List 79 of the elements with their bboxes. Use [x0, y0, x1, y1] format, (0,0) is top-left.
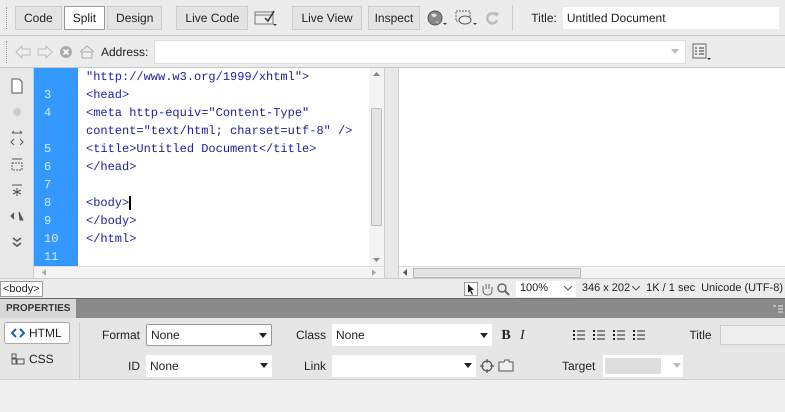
dropdown-arrow-icon	[464, 363, 472, 368]
link-label: Link	[302, 358, 326, 375]
browser-preview-icon[interactable]	[454, 8, 478, 26]
globe-icon[interactable]	[426, 8, 448, 26]
panel-menu-icon[interactable]	[773, 304, 783, 312]
encoding-label: Unicode (UTF-8)	[701, 281, 783, 296]
scroll-right-icon	[372, 269, 376, 276]
css-grid-icon	[11, 353, 25, 365]
vertical-scrollbar[interactable]	[369, 68, 384, 266]
line-number: 5	[44, 142, 52, 156]
bold-button[interactable]: B	[498, 324, 514, 346]
dropdown-arrow-icon	[671, 48, 680, 54]
link-field[interactable]	[332, 354, 476, 377]
zoom-dropdown[interactable]: 100%	[516, 280, 576, 296]
format-label: Format	[100, 327, 140, 344]
id-label: ID	[127, 358, 140, 375]
title-label: Title:	[531, 10, 557, 26]
line-number: 11	[44, 250, 58, 264]
folder-icon[interactable]	[498, 359, 514, 372]
collapse-selection-icon[interactable]	[8, 156, 24, 172]
tag-selector[interactable]: <body>	[0, 280, 43, 296]
code-line: <body>	[86, 195, 130, 212]
title-field[interactable]: Untitled Document	[562, 6, 779, 28]
line-number: 9	[44, 214, 52, 228]
horizontal-scrollbar[interactable]	[399, 266, 785, 278]
scroll-left-icon	[42, 269, 46, 276]
line-number: 6	[44, 160, 52, 174]
check-window-icon[interactable]	[254, 8, 278, 26]
download-time: 1K / 1 sec	[646, 281, 696, 296]
line-number: 8	[44, 196, 52, 210]
zoom-value: 100%	[520, 281, 548, 296]
line-number: 10	[44, 232, 58, 246]
address-field[interactable]	[154, 40, 686, 64]
dropdown-arrow-icon	[673, 363, 682, 368]
code-brackets-icon	[11, 327, 25, 339]
unordered-list-icon[interactable]	[572, 329, 586, 342]
address-label: Address:	[101, 44, 148, 60]
horizontal-scrollbar[interactable]	[34, 266, 384, 278]
view-mode-button[interactable]: Split	[64, 6, 106, 30]
id-dropdown[interactable]: None	[146, 354, 272, 377]
line-number: 3	[44, 88, 52, 102]
live-view-button[interactable]: Live View	[292, 6, 362, 30]
scroll-left-icon	[403, 269, 407, 276]
code-line: </html>	[86, 231, 136, 248]
hand-icon[interactable]	[480, 282, 494, 296]
title-label: Title	[689, 327, 712, 344]
scroll-down-icon	[373, 258, 380, 262]
target-label: Target	[562, 358, 596, 375]
mode-button[interactable]: CSS	[4, 348, 70, 370]
view-mode-button[interactable]: Code	[15, 6, 62, 30]
code-line: "http://www.w3.org/1999/xhtml">	[86, 69, 310, 86]
document-icon[interactable]	[8, 78, 24, 94]
panel-tab[interactable]: PROPERTIES	[0, 299, 76, 318]
dropdown-arrow-icon	[480, 332, 488, 338]
code-line: <meta http-equiv="Content-Type"	[86, 105, 310, 122]
live-code-button[interactable]: Live Code	[176, 6, 248, 30]
target-icon[interactable]	[480, 358, 494, 373]
line-number: 4	[44, 106, 52, 120]
format-dropdown[interactable]: None	[146, 324, 272, 346]
scroll-up-icon	[373, 72, 380, 76]
code-line: </body>	[86, 213, 136, 230]
class-dropdown[interactable]: None	[332, 324, 492, 346]
inspect-button[interactable]: Inspect	[368, 6, 420, 30]
code-line: </head>	[86, 159, 136, 176]
mode-button[interactable]: HTML	[4, 322, 70, 344]
list-options-icon[interactable]	[692, 42, 712, 60]
zoom-icon[interactable]	[496, 282, 510, 296]
class-label: Class	[294, 327, 326, 344]
window-size[interactable]: 346 x 202	[582, 280, 630, 297]
code-line: <head>	[86, 87, 130, 104]
view-mode-button[interactable]: Design	[107, 6, 162, 30]
pointer-icon[interactable]	[464, 282, 478, 296]
code-line: content="text/html; charset=utf-8" />	[86, 123, 352, 140]
line-number: 7	[44, 178, 52, 192]
dropdown-arrow-icon	[259, 332, 267, 338]
dropdown-arrow-icon	[260, 363, 268, 368]
italic-button[interactable]: I	[520, 324, 556, 346]
expand-tag-icon[interactable]	[8, 130, 24, 146]
code-line: <title>Untitled Document</title>	[86, 141, 316, 158]
